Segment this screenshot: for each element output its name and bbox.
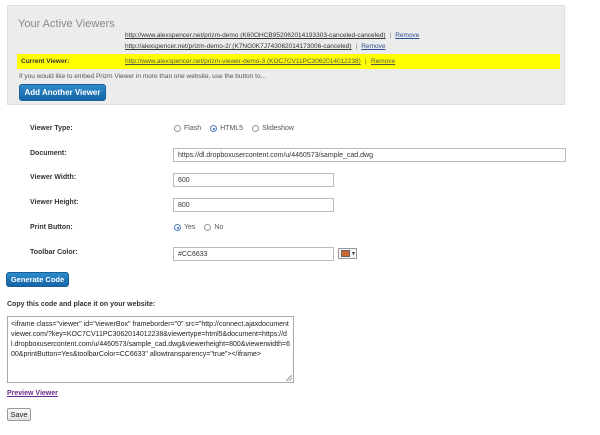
radio-label: Yes — [184, 224, 196, 231]
color-swatch — [341, 250, 351, 257]
viewer-type-radios: Flash HTML5 Slideshow — [174, 125, 303, 132]
embed-code-text: <iframe class="viewer" id="viewerBox" fr… — [11, 321, 291, 358]
radio-icon[interactable] — [252, 125, 260, 132]
remove-viewer-link[interactable]: Remove — [395, 32, 419, 39]
save-button[interactable]: Save — [7, 408, 31, 421]
print-button-yes[interactable]: Yes — [174, 224, 195, 231]
remove-viewer-link[interactable]: Remove — [361, 43, 385, 50]
print-button-no[interactable]: No — [204, 224, 223, 231]
print-button-label: Print Button: — [30, 224, 73, 231]
generate-code-button[interactable]: Generate Code — [6, 272, 69, 287]
document-url-input[interactable]: https://dl.dropboxusercontent.com/u/4460… — [173, 148, 566, 162]
toolbar-color-label: Toolbar Color: — [30, 249, 78, 256]
radio-selected-icon[interactable] — [210, 125, 218, 132]
separator: | — [389, 32, 392, 39]
radio-icon[interactable] — [174, 125, 181, 132]
viewer-width-label: Viewer Width: — [30, 174, 77, 181]
document-label: Document: — [30, 150, 67, 157]
panel-title: Your Active Viewers — [18, 18, 115, 30]
viewer-link[interactable]: http://alexspencer.net/prizm-demo-2/ (K7… — [125, 43, 352, 50]
current-viewer-label: Current Viewer: — [21, 58, 70, 65]
current-viewer-bar: Current Viewer: http://www.alexspencer.n… — [17, 54, 560, 69]
copy-code-label: Copy this code and place it on your webs… — [7, 301, 156, 308]
separator: | — [365, 58, 367, 65]
active-viewers-panel: Your Active Viewers http://www.alexspenc… — [7, 5, 565, 105]
viewer-row: http://www.alexspencer.net/prizm-demo (K… — [125, 32, 419, 39]
add-viewer-button[interactable]: Add Another Viewer — [19, 84, 106, 101]
radio-selected-icon[interactable] — [174, 224, 181, 231]
viewer-type-slideshow[interactable]: Slideshow — [252, 125, 294, 132]
separator: | — [355, 43, 358, 50]
print-button-radios: Yes No — [174, 224, 232, 231]
viewer-type-html5[interactable]: HTML5 — [210, 125, 243, 132]
remove-current-viewer-link[interactable]: Remove — [371, 58, 395, 65]
preview-viewer-link[interactable]: Preview Viewer — [7, 390, 58, 397]
color-picker-button[interactable]: ▼ — [338, 248, 357, 259]
radio-icon[interactable] — [204, 224, 212, 231]
chevron-down-icon: ▼ — [351, 250, 356, 257]
viewer-width-input[interactable]: 600 — [173, 173, 334, 187]
viewer-row: http://alexspencer.net/prizm-demo-2/ (K7… — [125, 43, 385, 50]
radio-label: No — [214, 224, 224, 231]
viewer-type-flash[interactable]: Flash — [174, 125, 201, 132]
embed-note: If you would like to embed Prizm Viewer … — [19, 73, 267, 80]
resize-grip-icon[interactable] — [286, 375, 292, 381]
viewer-height-label: Viewer Height: — [30, 199, 79, 206]
current-viewer-link[interactable]: http://www.alexspencer.net/prizm-viewer-… — [125, 58, 361, 65]
radio-label: Flash — [184, 125, 202, 132]
radio-label: Slideshow — [262, 125, 294, 132]
viewer-height-input[interactable]: 800 — [173, 198, 334, 212]
viewer-type-label: Viewer Type: — [30, 125, 73, 132]
radio-label: HTML5 — [220, 125, 244, 132]
toolbar-color-input[interactable]: #CC6633 — [173, 247, 334, 261]
viewer-link[interactable]: http://www.alexspencer.net/prizm-demo (K… — [125, 32, 386, 39]
embed-code-textarea[interactable]: <iframe class="viewer" id="viewerBox" fr… — [7, 316, 294, 383]
